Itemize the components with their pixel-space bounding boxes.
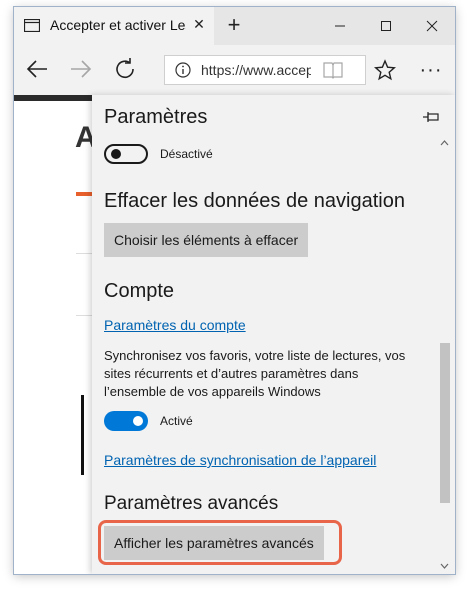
account-heading: Compte — [104, 280, 175, 302]
chevron-up-icon — [440, 140, 449, 146]
more-icon: ··· — [419, 58, 443, 81]
toggle-knob — [133, 416, 143, 426]
close-icon — [426, 20, 438, 32]
info-icon[interactable] — [175, 62, 191, 78]
clear-data-heading: Effacer les données de navigation — [104, 190, 405, 212]
minimize-icon — [335, 25, 345, 27]
device-sync-settings-link[interactable]: Paramètres de synchronisation de l’appar… — [104, 452, 376, 468]
more-actions-button[interactable]: ··· — [414, 55, 448, 85]
scroll-down-button[interactable] — [436, 558, 453, 574]
browser-tab[interactable]: Accepter et activer Les Cookies ✕ — [14, 7, 214, 45]
star-icon — [374, 59, 396, 81]
minimize-button[interactable] — [317, 7, 363, 45]
url-text: https://www.accepter-cookies.com — [201, 62, 311, 78]
close-window-button[interactable] — [409, 7, 455, 45]
chevron-down-icon — [440, 563, 449, 569]
tab-page-icon — [24, 19, 40, 32]
top-toggle-label: Désactivé — [160, 147, 213, 161]
account-settings-link[interactable]: Paramètres du compte — [104, 317, 246, 333]
choose-items-to-clear-button[interactable]: Choisir les éléments à effacer — [104, 223, 309, 257]
top-toggle[interactable] — [104, 144, 148, 164]
show-advanced-settings-button[interactable]: Afficher les paramètres avancés — [104, 526, 324, 560]
pin-icon[interactable] — [422, 110, 440, 124]
advanced-heading: Paramètres avancés — [104, 493, 279, 514]
new-tab-button[interactable]: + — [222, 13, 246, 37]
back-button[interactable] — [22, 54, 52, 84]
forward-arrow-icon — [71, 60, 92, 78]
refresh-icon — [116, 58, 134, 79]
url-field[interactable]: https://www.accepter-cookies.com — [164, 55, 366, 85]
back-arrow-icon — [26, 60, 47, 78]
address-bar: https://www.accepter-cookies.com ··· — [14, 45, 455, 95]
panel-scrollbar[interactable] — [436, 135, 453, 574]
sync-description: Synchronisez vos favoris, votre liste de… — [104, 348, 406, 399]
tab-title: Accepter et activer Les Cookies — [50, 17, 186, 33]
maximize-icon — [381, 21, 391, 31]
reading-view-icon[interactable] — [323, 61, 343, 79]
settings-panel: Paramètres Désactivé Effacer les données… — [92, 95, 455, 574]
scroll-thumb[interactable] — [440, 343, 450, 503]
panel-title: Paramètres — [104, 106, 208, 128]
close-tab-icon[interactable]: ✕ — [192, 17, 206, 31]
page-header-bar — [14, 95, 94, 101]
title-bar: Accepter et activer Les Cookies ✕ + — [14, 7, 455, 45]
forward-button[interactable] — [66, 54, 96, 84]
browser-window: Accepter et activer Les Cookies ✕ + — [14, 7, 455, 574]
toggle-knob — [111, 149, 121, 159]
refresh-button[interactable] — [110, 54, 140, 84]
sync-toggle[interactable] — [104, 411, 148, 431]
page-vertical-bar — [81, 395, 84, 475]
sync-toggle-label: Activé — [160, 414, 193, 428]
scroll-up-button[interactable] — [436, 135, 453, 151]
favorites-button[interactable] — [370, 55, 400, 85]
maximize-button[interactable] — [363, 7, 409, 45]
